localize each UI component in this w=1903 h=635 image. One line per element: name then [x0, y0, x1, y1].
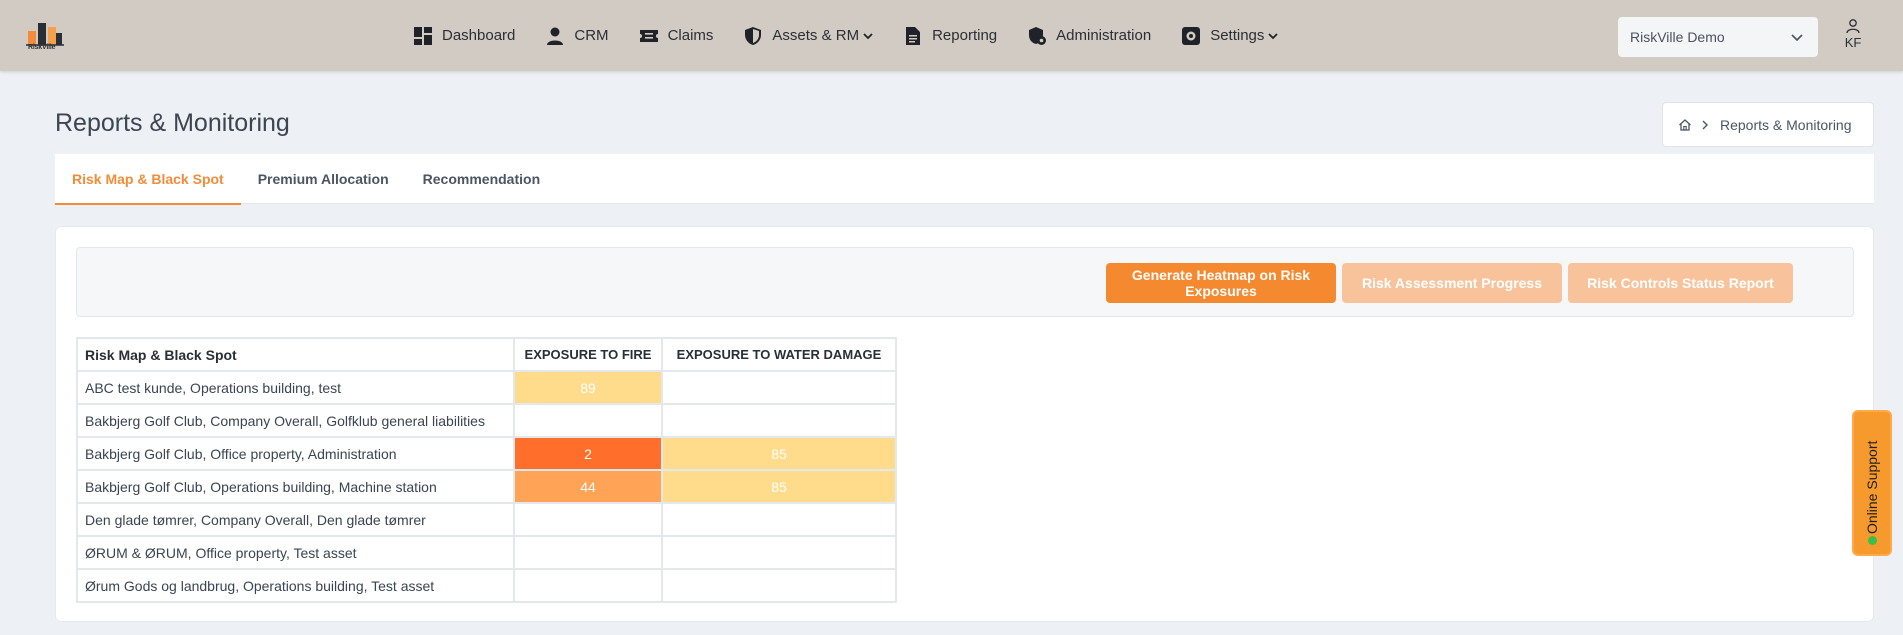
risk-heatmap-table: Risk Map & Black Spot EXPOSURE TO FIRE E… [76, 337, 897, 603]
dashboard-icon [414, 26, 432, 45]
fire-exposure-cell [513, 502, 663, 537]
chevron-down-icon [1268, 32, 1279, 39]
water-exposure-cell: 85 [661, 436, 897, 471]
organization-select[interactable]: RiskVille Demo [1618, 17, 1818, 57]
breadcrumb-current: Reports & Monitoring [1720, 116, 1852, 133]
nav-assets-rm[interactable]: Assets & RM [743, 26, 873, 46]
nav-reporting-label: Reporting [932, 27, 998, 44]
chevron-right-icon [1702, 120, 1708, 129]
table-row: Ørum Gods og landbrug, Operations buildi… [76, 568, 897, 603]
water-exposure-cell [661, 568, 897, 603]
nav-claims-label: Claims [667, 27, 714, 44]
chevron-down-icon [1791, 34, 1803, 42]
tab-recommendation[interactable]: Recommendation [406, 154, 557, 204]
water-exposure-cell [661, 403, 897, 438]
row-label: Bakbjerg Golf Club, Office property, Adm… [76, 436, 515, 471]
main-nav: Dashboard CRM Claims Assets & RM Reporti… [413, 0, 1308, 71]
column-header-water: EXPOSURE TO WATER DAMAGE [661, 337, 897, 372]
table-row: ABC test kunde, Operations building, tes… [76, 370, 897, 405]
tab-risk-map[interactable]: Risk Map & Black Spot [55, 154, 241, 205]
nav-settings[interactable]: Settings [1181, 26, 1279, 46]
nav-settings-label: Settings [1210, 27, 1265, 44]
gear-icon [1182, 26, 1201, 45]
top-navbar: RiskVille Dashboard CRM Claims Assets & … [0, 0, 1903, 71]
risk-controls-status-button[interactable]: Risk Controls Status Report [1568, 263, 1793, 303]
row-label: Den glade tømrer, Company Overall, Den g… [76, 502, 515, 537]
row-label: Bakbjerg Golf Club, Company Overall, Gol… [76, 403, 515, 438]
nav-claims[interactable]: Claims [639, 26, 714, 46]
nav-crm[interactable]: CRM [545, 26, 609, 46]
online-support-tab[interactable]: Online Support [1852, 410, 1892, 556]
person-icon [547, 27, 564, 45]
tab-premium-allocation[interactable]: Premium Allocation [241, 154, 406, 204]
nav-crm-label: CRM [574, 27, 609, 44]
organization-select-value: RiskVille Demo [1630, 29, 1725, 45]
online-status-dot [1868, 536, 1877, 545]
table-row: Bakbjerg Golf Club, Operations building,… [76, 469, 897, 504]
row-label: ABC test kunde, Operations building, tes… [76, 370, 515, 405]
water-exposure-cell: 85 [661, 469, 897, 504]
generate-heatmap-button[interactable]: Generate Heatmap on Risk Exposures [1106, 263, 1336, 303]
water-exposure-cell [661, 370, 897, 405]
water-exposure-cell [661, 535, 897, 570]
nav-dashboard-label: Dashboard [442, 27, 516, 44]
chevron-down-icon [863, 32, 873, 39]
shield-icon [745, 26, 762, 45]
fire-exposure-cell: 2 [513, 436, 663, 471]
fire-exposure-cell [513, 568, 663, 603]
fire-exposure-cell [513, 403, 663, 438]
user-initials: KF [1844, 35, 1862, 50]
report-toolbar: Generate Heatmap on Risk Exposures Risk … [76, 247, 1854, 317]
table-header-row: Risk Map & Black Spot EXPOSURE TO FIRE E… [76, 337, 897, 372]
logo-text: RiskVille [28, 44, 56, 51]
risk-assessment-progress-button[interactable]: Risk Assessment Progress [1342, 263, 1562, 303]
nav-administration-label: Administration [1056, 27, 1152, 44]
breadcrumb: Reports & Monitoring [1662, 102, 1874, 147]
fire-exposure-cell [513, 535, 663, 570]
document-icon [906, 26, 921, 45]
report-tabs: Risk Map & Black Spot Premium Allocation… [55, 154, 1874, 205]
ticket-icon [639, 29, 658, 42]
user-menu[interactable]: KF [1842, 18, 1864, 50]
table-row: Den glade tømrer, Company Overall, Den g… [76, 502, 897, 537]
nav-assets-rm-label: Assets & RM [772, 27, 860, 44]
table-row: Bakbjerg Golf Club, Company Overall, Gol… [76, 403, 897, 438]
shield-lock-icon [1029, 26, 1047, 45]
user-icon [1846, 19, 1860, 34]
online-support-label: Online Support [1864, 440, 1880, 534]
report-card: Generate Heatmap on Risk Exposures Risk … [55, 226, 1874, 622]
fire-exposure-cell: 44 [513, 469, 663, 504]
row-label: Ørum Gods og landbrug, Operations buildi… [76, 568, 515, 603]
nav-administration[interactable]: Administration [1027, 26, 1151, 46]
home-icon[interactable] [1678, 118, 1692, 132]
table-row: ØRUM & ØRUM, Office property, Test asset [76, 535, 897, 570]
row-label: Bakbjerg Golf Club, Operations building,… [76, 469, 515, 504]
water-exposure-cell [661, 502, 897, 537]
row-label: ØRUM & ØRUM, Office property, Test asset [76, 535, 515, 570]
nav-dashboard[interactable]: Dashboard [413, 26, 515, 46]
nav-reporting[interactable]: Reporting [903, 26, 997, 46]
fire-exposure-cell: 89 [513, 370, 663, 405]
column-header-risk-map: Risk Map & Black Spot [76, 337, 515, 372]
page-title: Reports & Monitoring [55, 109, 290, 137]
column-header-fire: EXPOSURE TO FIRE [513, 337, 663, 372]
table-row: Bakbjerg Golf Club, Office property, Adm… [76, 436, 897, 471]
